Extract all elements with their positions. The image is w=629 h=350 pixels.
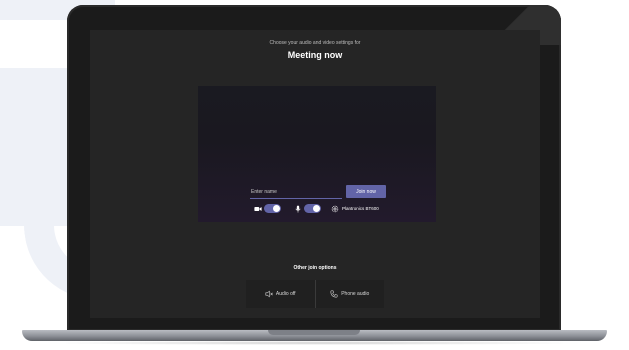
device-controls: Plantronics BT600 [198,203,436,215]
audio-off-label: Audio off [275,291,296,297]
audio-off-option[interactable]: Audio off [246,280,315,308]
phone-audio-option[interactable]: Phone audio [314,280,385,308]
microphone-icon [295,205,301,213]
phone-icon [330,290,338,298]
other-join-options-title: Other join options [293,265,337,271]
audio-device-label[interactable]: Plantronics BT600 [342,206,379,211]
laptop-screen: Choose your audio and video settings for… [90,30,540,318]
name-input[interactable] [250,186,342,199]
stage: Choose your audio and video settings for… [0,0,629,350]
meeting-title: Meeting now [287,50,343,60]
camera-toggle-knob [273,205,280,212]
laptop-lid: Choose your audio and video settings for… [67,5,561,331]
gear-icon[interactable] [331,205,339,213]
phone-audio-label: Phone audio [341,291,370,297]
microphone-toggle[interactable] [304,204,321,213]
laptop-shadow [40,341,589,345]
laptop-notch [268,330,360,335]
camera-icon [254,207,262,211]
other-join-options: Audio off Phone audio [246,280,384,308]
join-now-button[interactable]: Join now [346,185,386,198]
camera-toggle[interactable] [264,204,281,213]
speaker-off-icon [265,290,273,298]
prejoin-subtitle: Choose your audio and video settings for [269,40,361,46]
microphone-toggle-knob [313,205,320,212]
video-preview: Join now [198,86,436,222]
